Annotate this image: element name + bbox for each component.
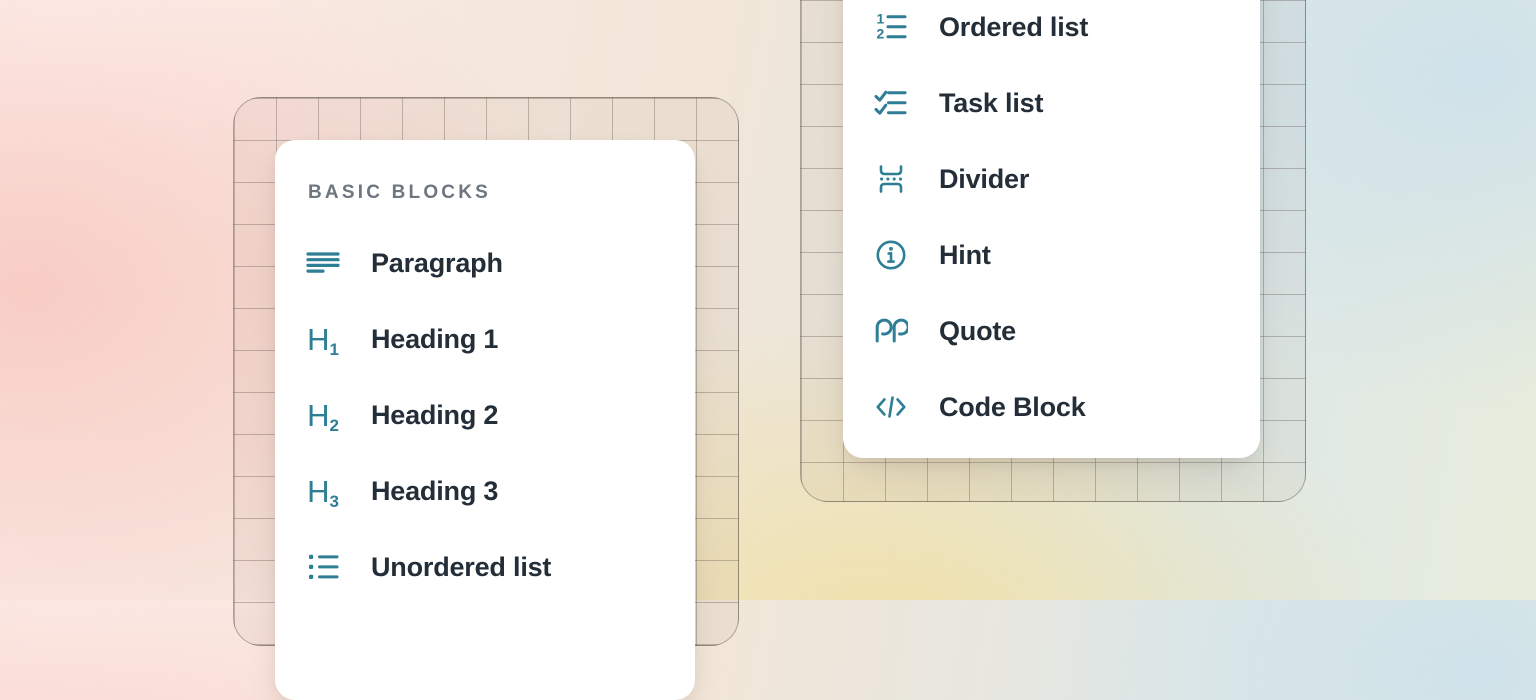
menu-item-quote[interactable]: Quote (843, 311, 1260, 351)
menu-item-hint[interactable]: Hint (843, 235, 1260, 275)
svg-text:1: 1 (877, 12, 885, 27)
menu-item-label: Heading 2 (371, 400, 498, 431)
section-header-basic-blocks: BASIC BLOCKS (308, 182, 695, 204)
hero-background: { "theme": { "icon_color": "#2e7e95", "l… (0, 0, 1536, 600)
unordered-list-icon (306, 550, 340, 584)
code-block-icon (874, 390, 908, 424)
paragraph-icon (306, 246, 340, 280)
heading-3-icon: H3 (306, 474, 340, 508)
menu-item-ordered-list[interactable]: 1 2 Ordered list (843, 7, 1260, 47)
divider-icon (874, 162, 908, 196)
block-menu-card-basic: BASIC BLOCKS Paragraph H1 Heading 1 H2 H… (275, 140, 695, 700)
menu-item-divider[interactable]: Divider (843, 159, 1260, 199)
menu-item-label: Unordered list (371, 552, 551, 583)
menu-item-code-block[interactable]: Code Block (843, 387, 1260, 427)
menu-item-label: Code Block (939, 392, 1086, 423)
menu-item-label: Ordered list (939, 12, 1088, 43)
menu-item-label: Paragraph (371, 248, 503, 279)
menu-item-label: Heading 1 (371, 324, 498, 355)
menu-list-basic: Paragraph H1 Heading 1 H2 Heading 2 H3 H… (275, 243, 695, 587)
menu-item-unordered-list[interactable]: Unordered list (275, 547, 695, 587)
task-list-icon (874, 86, 908, 120)
menu-item-label: Divider (939, 164, 1029, 195)
menu-item-paragraph[interactable]: Paragraph (275, 243, 695, 283)
menu-list-more: 1 2 Ordered list Task list (843, 7, 1260, 427)
heading-2-icon: H2 (306, 398, 340, 432)
heading-1-icon: H1 (306, 322, 340, 356)
quote-icon (874, 314, 908, 348)
svg-text:2: 2 (877, 26, 885, 42)
hint-icon (874, 238, 908, 272)
menu-item-heading-3[interactable]: H3 Heading 3 (275, 471, 695, 511)
menu-item-task-list[interactable]: Task list (843, 83, 1260, 123)
block-menu-card-more: 1 2 Ordered list Task list (843, 0, 1260, 458)
menu-item-label: Quote (939, 316, 1016, 347)
menu-item-heading-1[interactable]: H1 Heading 1 (275, 319, 695, 359)
menu-item-label: Heading 3 (371, 476, 498, 507)
ordered-list-icon: 1 2 (874, 10, 908, 44)
menu-item-label: Task list (939, 88, 1043, 119)
menu-item-heading-2[interactable]: H2 Heading 2 (275, 395, 695, 435)
menu-item-label: Hint (939, 240, 991, 271)
